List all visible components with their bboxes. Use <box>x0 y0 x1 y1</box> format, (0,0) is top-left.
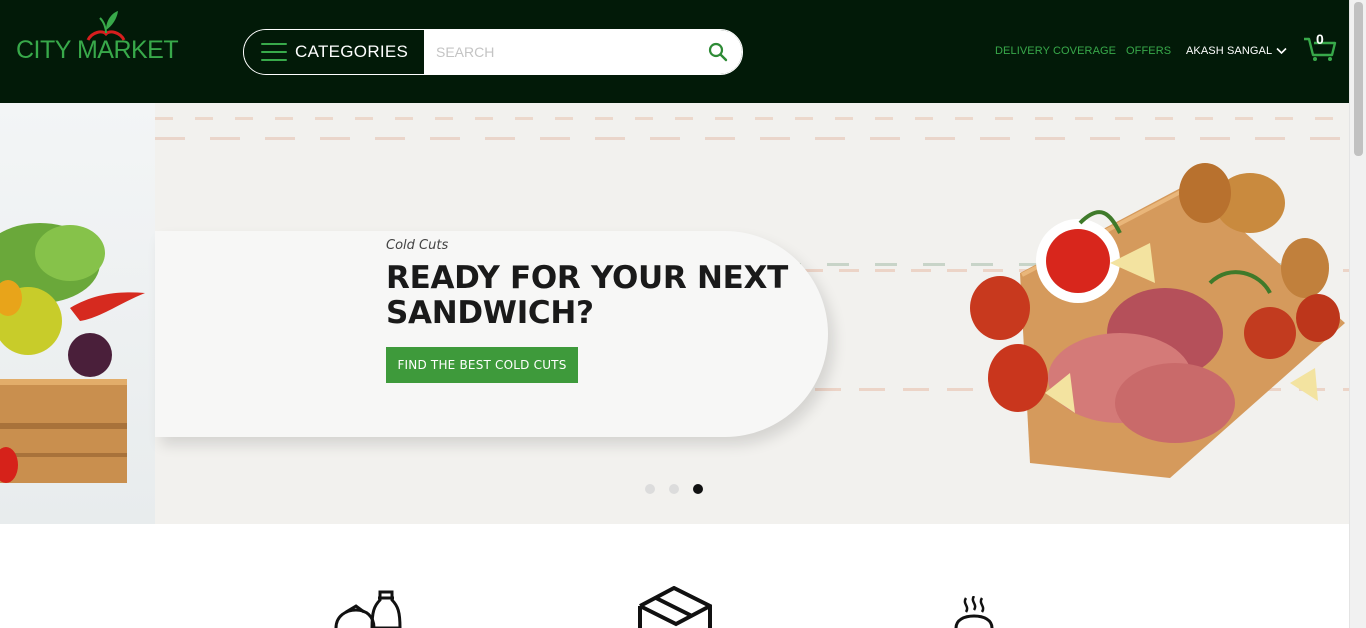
hero-slider: Cold Cuts READY FOR YOUR NEXT SANDWICH? … <box>0 103 1349 524</box>
hero-title: READY FOR YOUR NEXT SANDWICH? <box>386 260 788 331</box>
categories-label: CATEGORIES <box>295 42 409 61</box>
logo-text: CITY MARKET <box>16 36 179 64</box>
search-field <box>424 30 742 74</box>
find-cold-cuts-button[interactable]: FIND THE BEST COLD CUTS <box>386 347 578 383</box>
search-icon[interactable] <box>708 42 728 62</box>
user-menu[interactable]: AKASH SANGAL <box>1186 45 1287 57</box>
chevron-down-icon <box>1276 47 1287 55</box>
slider-dot-1[interactable] <box>645 484 655 494</box>
cold-cuts-board-image <box>970 163 1345 478</box>
box-icon <box>638 586 712 628</box>
slider-dot-2[interactable] <box>669 484 679 494</box>
categories-button[interactable]: CATEGORIES <box>244 30 424 74</box>
groceries-icon <box>334 590 402 628</box>
user-name: AKASH SANGAL <box>1186 45 1273 57</box>
hamburger-icon <box>261 43 287 61</box>
top-header: CITY MARKET CATEGORIES DELIVERY COVERAGE… <box>0 0 1349 103</box>
hot-food-icon <box>954 596 994 628</box>
slider-dots <box>645 484 703 494</box>
scrollbar-thumb[interactable] <box>1354 2 1363 156</box>
cart-count: 0 <box>1316 31 1324 47</box>
nav-delivery-coverage[interactable]: DELIVERY COVERAGE <box>995 45 1116 57</box>
hero-subtitle: Cold Cuts <box>386 238 449 253</box>
search-input[interactable] <box>424 30 742 74</box>
nav-offers[interactable]: OFFERS <box>1126 45 1171 57</box>
search-bar: CATEGORIES <box>243 29 743 75</box>
page-scrollbar[interactable] <box>1349 0 1366 628</box>
slider-dot-3[interactable] <box>693 484 703 494</box>
logo[interactable]: CITY MARKET <box>14 10 179 66</box>
vegetables-image <box>0 103 155 524</box>
